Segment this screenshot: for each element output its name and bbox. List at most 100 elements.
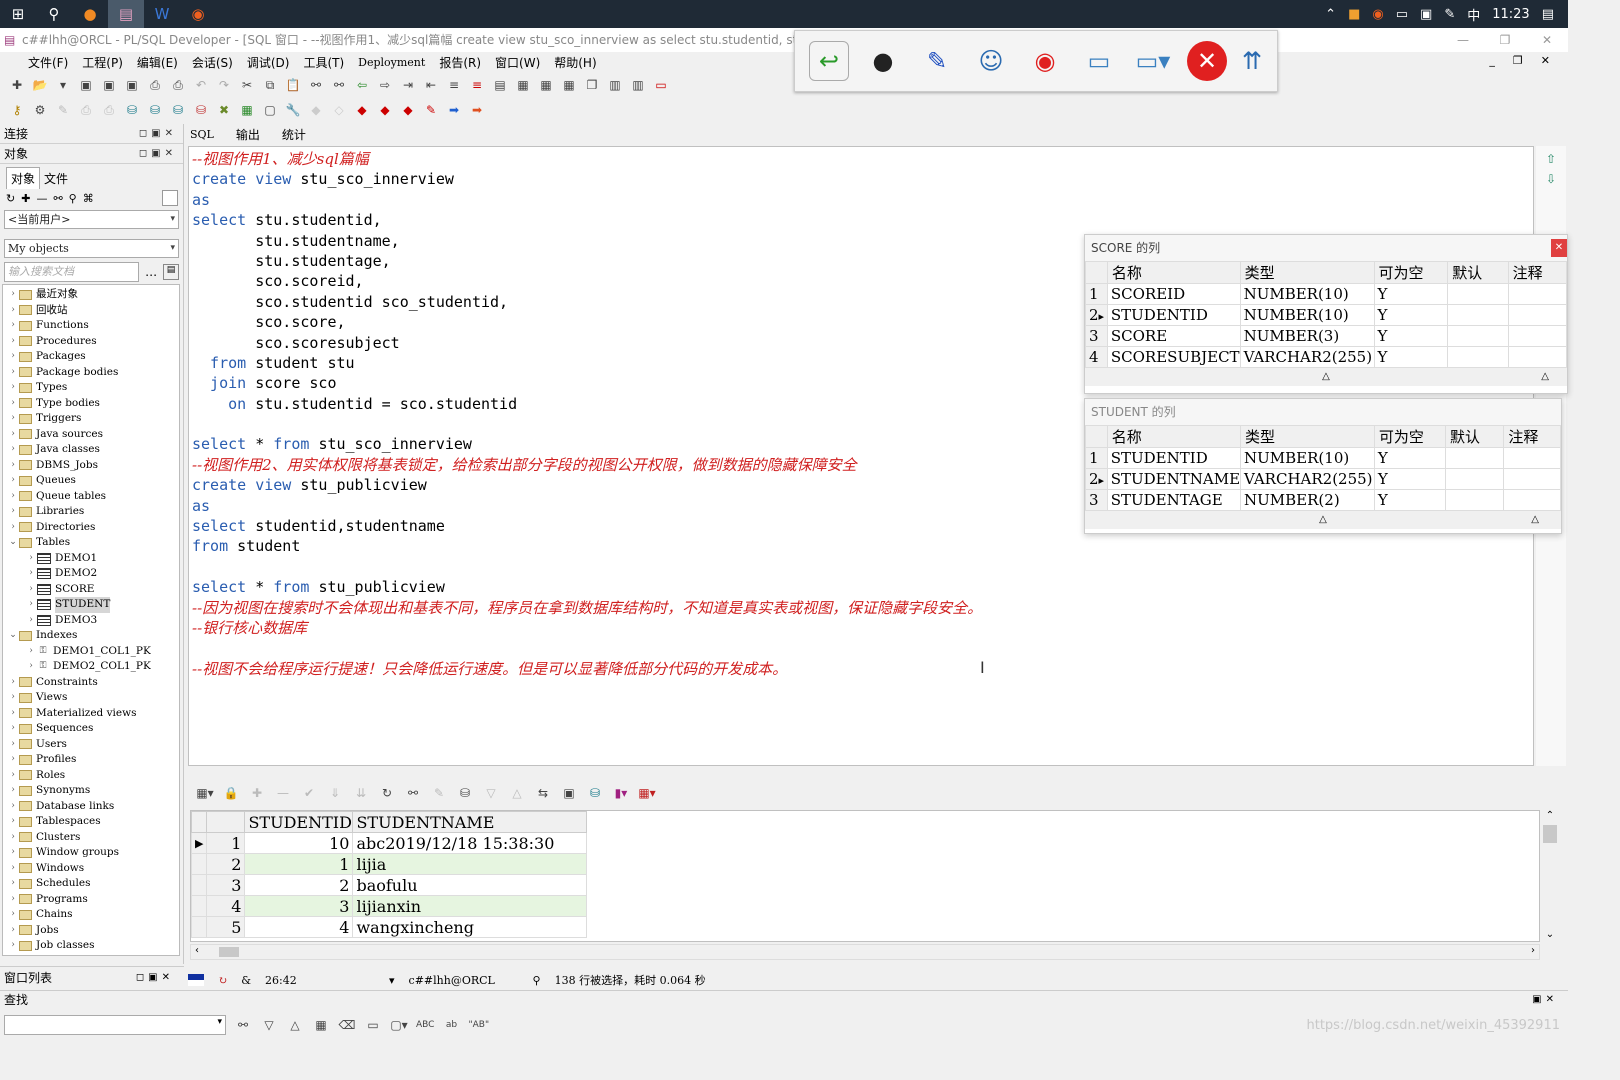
monitor-icon[interactable]: ▭: [1079, 41, 1119, 81]
tree-item[interactable]: › Java classes: [3, 442, 179, 458]
filter-combo[interactable]: My objects ▾: [4, 239, 179, 258]
restore-icon[interactable]: ❐: [1484, 28, 1526, 52]
rollback-icon[interactable]: ⛁: [192, 101, 210, 119]
expand-icon[interactable]: ›: [7, 923, 19, 939]
expand-icon[interactable]: ›: [7, 442, 19, 458]
cell-studentname[interactable]: lijianxin: [352, 895, 588, 917]
paste-icon[interactable]: 📋: [284, 76, 302, 94]
table-row[interactable]: 3 SCORE NUMBER(3) Y: [1085, 325, 1568, 347]
expand-icon[interactable]: ›: [7, 907, 19, 923]
tree-item[interactable]: › Synonyms: [3, 783, 179, 799]
fetch-next-icon[interactable]: ⇓: [326, 784, 344, 802]
menu-file[interactable]: 文件(F): [28, 54, 68, 71]
column-header[interactable]: 名称: [1106, 425, 1242, 448]
cell-studentname[interactable]: lijia: [352, 853, 588, 875]
selection-icon[interactable]: ▭: [364, 1016, 382, 1034]
tree-item[interactable]: › Programs: [3, 892, 179, 908]
tree-item[interactable]: › SCORE: [3, 582, 179, 598]
tree-item[interactable]: › Directories: [3, 520, 179, 536]
column-header[interactable]: 默认: [1445, 425, 1505, 448]
print-setup-icon[interactable]: ⎙: [169, 76, 187, 94]
scroll-up-icon[interactable]: ⌃: [1540, 810, 1560, 821]
expand-icon[interactable]: ›: [7, 768, 19, 784]
tree-item[interactable]: › Package bodies: [3, 365, 179, 381]
copy-icon[interactable]: ⧉: [261, 76, 279, 94]
tree-item[interactable]: › Java sources: [3, 427, 179, 443]
panel-controls[interactable]: ◻▣✕: [139, 124, 177, 144]
recorder-tray-icon[interactable]: ◉: [1372, 7, 1383, 22]
tree-item[interactable]: › Type bodies: [3, 396, 179, 412]
expand-icon[interactable]: ›: [7, 504, 19, 520]
expand-icon[interactable]: ›: [7, 520, 19, 536]
tree-item[interactable]: › Schedules: [3, 876, 179, 892]
expand-icon[interactable]: ›: [7, 303, 19, 319]
tree-item[interactable]: › DEMO3: [3, 613, 179, 629]
windows-start-icon[interactable]: ⊞: [0, 0, 36, 28]
tree-item[interactable]: › 回收站: [3, 303, 179, 319]
post-icon[interactable]: ✔: [300, 784, 318, 802]
open-recent-icon[interactable]: ▾: [54, 76, 72, 94]
notification-icon[interactable]: ▤: [1542, 7, 1554, 22]
collapse-icon[interactable]: ⇈: [1241, 41, 1263, 81]
tab-files[interactable]: 文件: [40, 167, 73, 189]
indent-icon[interactable]: ⇥: [399, 76, 417, 94]
expand-icon[interactable]: ›: [7, 752, 19, 768]
table-row[interactable]: 2▸ STUDENTNAME VARCHAR2(255) Y: [1085, 468, 1561, 490]
search-input[interactable]: 输入搜索文档: [4, 262, 140, 282]
column-header[interactable]: 名称: [1106, 261, 1241, 284]
tree-item[interactable]: › Job classes: [3, 938, 179, 954]
print-disabled-icon[interactable]: ⎙: [77, 101, 95, 119]
results-horizontal-scrollbar[interactable]: ‹ ›: [190, 944, 1540, 960]
refresh-icon[interactable]: ↻: [6, 192, 15, 205]
table-row[interactable]: 3 STUDENTAGE NUMBER(2) Y: [1085, 489, 1561, 511]
cell-studentid[interactable]: 4: [244, 916, 354, 938]
connection-status[interactable]: c##lhh@ORCL: [409, 974, 519, 987]
uncomment-icon[interactable]: ≡: [468, 76, 486, 94]
pen-icon[interactable]: ✎: [1444, 7, 1455, 22]
firefox-icon[interactable]: ●: [72, 0, 108, 28]
clear-icon[interactable]: ✎: [430, 784, 448, 802]
expand-icon[interactable]: ›: [25, 644, 37, 660]
tab-output[interactable]: 输出: [236, 126, 260, 143]
arrow-right-blue-icon[interactable]: ➡: [445, 101, 463, 119]
cell-studentname[interactable]: baofulu: [352, 874, 588, 896]
tree-item[interactable]: › 最近对象: [3, 287, 179, 303]
find-icon[interactable]: ⚯: [307, 76, 325, 94]
print-icon[interactable]: ⎙: [146, 76, 164, 94]
plsql-developer-icon[interactable]: ▤: [108, 0, 144, 28]
expand-icon[interactable]: ›: [7, 396, 19, 412]
database-connect-icon[interactable]: ⛁: [123, 101, 141, 119]
expand-icon[interactable]: ›: [7, 458, 19, 474]
mdi-close-icon[interactable]: ✕: [1541, 54, 1550, 67]
tree-item[interactable]: › Tablespaces: [3, 814, 179, 830]
scroll-thumb[interactable]: [219, 947, 239, 957]
explain-plan-icon[interactable]: ▦: [560, 76, 578, 94]
record-icon[interactable]: ◉: [1025, 41, 1065, 81]
regex-toggle[interactable]: "AB": [468, 1016, 489, 1034]
return-icon[interactable]: ↩: [809, 41, 849, 81]
column-header[interactable]: 类型: [1240, 425, 1375, 448]
expand-icon[interactable]: ›: [25, 659, 37, 675]
find-next-icon[interactable]: ▽: [260, 1016, 278, 1034]
find-results-icon[interactable]: ⚯: [404, 784, 422, 802]
report-icon[interactable]: ▦: [238, 101, 256, 119]
expand-icon[interactable]: ›: [7, 287, 19, 303]
describe-icon[interactable]: ▦: [514, 76, 532, 94]
screen-select-icon[interactable]: ▭▾: [1133, 41, 1173, 81]
scroll-right-icon[interactable]: ›: [1531, 945, 1535, 956]
scroll-left-icon[interactable]: ‹: [195, 945, 199, 956]
table-export-icon[interactable]: ▦▾: [638, 784, 656, 802]
tree-item[interactable]: › Types: [3, 380, 179, 396]
tree-item[interactable]: › Queues: [3, 473, 179, 489]
comment-icon[interactable]: ≡: [445, 76, 463, 94]
expand-icon[interactable]: ›: [7, 489, 19, 505]
expand-icon[interactable]: ›: [7, 473, 19, 489]
find-input[interactable]: ▾: [4, 1015, 226, 1035]
expand-icon[interactable]: ›: [7, 799, 19, 815]
tile-icon[interactable]: ▥: [606, 76, 624, 94]
cell-studentname[interactable]: wangxincheng: [352, 916, 588, 938]
refresh-status-icon[interactable]: ↻: [218, 974, 227, 987]
save-as-icon[interactable]: ▣: [100, 76, 118, 94]
menu-project[interactable]: 工程(P): [82, 54, 123, 71]
panel-controls[interactable]: ▣✕: [1532, 991, 1558, 1009]
